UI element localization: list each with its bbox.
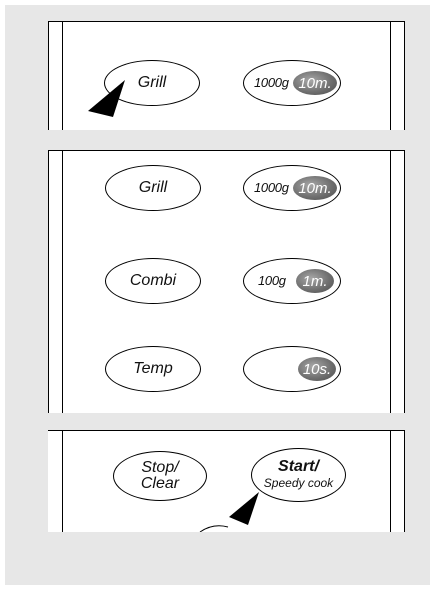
pointer-arrow-icon	[88, 80, 125, 117]
partial-arc-marking	[199, 525, 229, 532]
time-readout: 10s.	[302, 360, 332, 378]
stop-label: Stop/	[141, 459, 179, 476]
weight-time-button[interactable]: 100g 1m.	[243, 258, 341, 304]
panel-edge	[390, 22, 391, 130]
panel-edge	[62, 431, 63, 532]
time-dial: 10s.	[298, 357, 336, 381]
control-panel-middle: Grill 1000g 10m. Combi 100g 1m. Temp 10s…	[48, 150, 405, 413]
time-readout: 10m.	[298, 179, 332, 197]
temp-button-label: Temp	[133, 360, 173, 377]
weight-readout: 1000g	[254, 75, 289, 90]
panel-edge	[62, 22, 63, 130]
time-readout: 10m.	[298, 74, 332, 92]
panel-edge	[62, 151, 63, 413]
clear-label: Clear	[140, 475, 180, 492]
grill-button[interactable]: Grill	[105, 165, 201, 211]
weight-readout: 100g	[258, 273, 286, 288]
panel-edge	[48, 151, 49, 413]
time-button[interactable]: 10s.	[243, 346, 341, 392]
panel-edge	[404, 151, 405, 413]
weight-readout: 1000g	[254, 180, 289, 195]
time-dial: 1m.	[296, 269, 334, 293]
temp-button[interactable]: Temp	[105, 346, 201, 392]
combi-button[interactable]: Combi	[105, 258, 201, 304]
time-dial: 10m.	[293, 176, 337, 200]
stop-clear-button[interactable]: Stop/ Clear	[113, 451, 207, 501]
time-dial: 10m.	[293, 71, 337, 95]
panel-edge	[404, 22, 405, 130]
panel-edge	[404, 431, 405, 532]
panel-edge	[390, 151, 391, 413]
panel-edge	[48, 22, 49, 130]
weight-time-button[interactable]: 1000g 10m.	[243, 165, 341, 211]
combi-button-label: Combi	[129, 272, 177, 289]
time-readout: 1m.	[302, 272, 328, 290]
grill-button-label: Grill	[138, 179, 168, 196]
pointer-arrow-icon	[229, 492, 259, 525]
panel-edge	[390, 431, 391, 532]
weight-time-button[interactable]: 1000g 10m.	[243, 60, 341, 106]
start-label: Start/	[278, 458, 319, 475]
control-panel-bottom: Stop/ Clear Start/ Speedy cook	[48, 430, 405, 532]
